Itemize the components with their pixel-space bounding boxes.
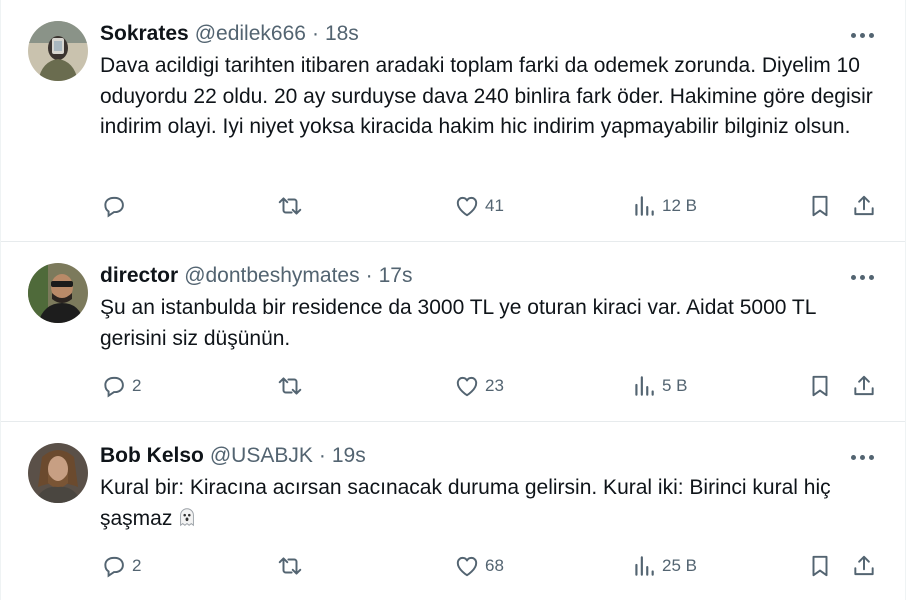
views-count: 25 B [662, 556, 697, 575]
share-icon [854, 555, 874, 576]
like-count: 68 [485, 556, 504, 575]
action-bar: 2 23 5 B [101, 373, 879, 403]
retweet-icon [278, 197, 302, 215]
share-button[interactable] [851, 193, 877, 219]
share-button[interactable] [851, 373, 877, 399]
retweet-button[interactable] [277, 373, 308, 399]
heart-icon [456, 376, 478, 397]
views-icon [635, 196, 654, 216]
share-icon [854, 375, 874, 396]
retweet-button[interactable] [277, 193, 308, 219]
share-button[interactable] [851, 553, 877, 579]
tweet-text: Şu an istanbulda bir residence da 3000 T… [100, 296, 816, 350]
reply-button[interactable]: 2 [101, 373, 141, 399]
separator: · [365, 264, 373, 287]
like-count: 41 [485, 196, 504, 215]
like-button[interactable]: 68 [454, 553, 504, 579]
ghost-emoji-icon [180, 507, 195, 526]
timestamp[interactable]: 17s [379, 264, 413, 288]
retweet-icon [278, 377, 302, 395]
more-options-button[interactable] [851, 28, 877, 42]
reply-button[interactable] [101, 193, 132, 219]
bookmark-icon [812, 195, 828, 217]
bookmark-button[interactable] [807, 373, 833, 399]
reply-button[interactable]: 2 [101, 553, 141, 579]
tweet-text: Dava acildigi tarihten itibaren aradaki … [100, 54, 873, 138]
tweet[interactable]: Sokrates @edilek666 · 18s Dava acildigi … [1, 0, 905, 242]
avatar[interactable] [28, 443, 88, 503]
heart-icon [456, 196, 478, 217]
separator: · [318, 444, 326, 467]
reply-icon [104, 196, 124, 218]
bookmark-icon [812, 375, 828, 397]
views-count: 5 B [662, 376, 688, 395]
heart-icon [456, 556, 478, 577]
author-handle[interactable]: @USABJK [210, 444, 313, 468]
reply-count: 2 [132, 376, 142, 395]
more-icon [851, 32, 856, 38]
more-icon [851, 454, 856, 460]
action-bar: 2 68 25 B [101, 553, 879, 583]
author-name[interactable]: director [100, 264, 178, 288]
timeline-feed: Sokrates @edilek666 · 18s Dava acildigi … [0, 0, 906, 600]
more-options-button[interactable] [851, 270, 877, 284]
tweet-text: Kural bir: Kiracına acırsan sacınacak du… [100, 473, 885, 534]
like-button[interactable]: 23 [454, 373, 504, 399]
reply-count: 2 [132, 556, 142, 575]
views-icon [635, 556, 654, 576]
bookmark-button[interactable] [807, 193, 833, 219]
more-options-button[interactable] [851, 450, 877, 464]
reply-icon [104, 556, 124, 578]
tweet[interactable]: director @dontbeshymates · 17s Şu an ist… [1, 242, 905, 422]
timestamp[interactable]: 19s [332, 444, 366, 468]
bookmark-icon [812, 555, 828, 577]
views-button[interactable]: 25 B [631, 553, 697, 579]
share-icon [854, 195, 874, 216]
tweet-text-body: Kural bir: Kiracına acırsan sacınacak du… [100, 476, 831, 530]
author-name[interactable]: Bob Kelso [100, 444, 204, 468]
like-count: 23 [485, 376, 504, 395]
views-button[interactable]: 12 B [631, 193, 697, 219]
tweet-header: Bob Kelso @USABJK · 19s [100, 442, 879, 470]
action-bar: 41 12 B [101, 193, 879, 223]
tweet-header: Sokrates @edilek666 · 18s [100, 20, 879, 48]
like-button[interactable]: 41 [454, 193, 504, 219]
retweet-icon [278, 557, 302, 575]
timestamp[interactable]: 18s [325, 22, 359, 46]
retweet-button[interactable] [277, 553, 308, 579]
tweet-header: director @dontbeshymates · 17s [100, 262, 879, 290]
more-icon [851, 274, 856, 280]
avatar[interactable] [28, 21, 88, 81]
author-name[interactable]: Sokrates [100, 22, 189, 46]
avatar[interactable] [28, 263, 88, 323]
reply-icon [104, 376, 124, 398]
bookmark-button[interactable] [807, 553, 833, 579]
author-handle[interactable]: @edilek666 [195, 22, 306, 46]
separator: · [311, 22, 319, 45]
views-button[interactable]: 5 B [631, 373, 688, 399]
tweet[interactable]: Bob Kelso @USABJK · 19s Kural bir: Kirac… [1, 422, 905, 600]
views-count: 12 B [662, 196, 697, 215]
views-icon [635, 376, 654, 396]
author-handle[interactable]: @dontbeshymates [184, 264, 359, 288]
